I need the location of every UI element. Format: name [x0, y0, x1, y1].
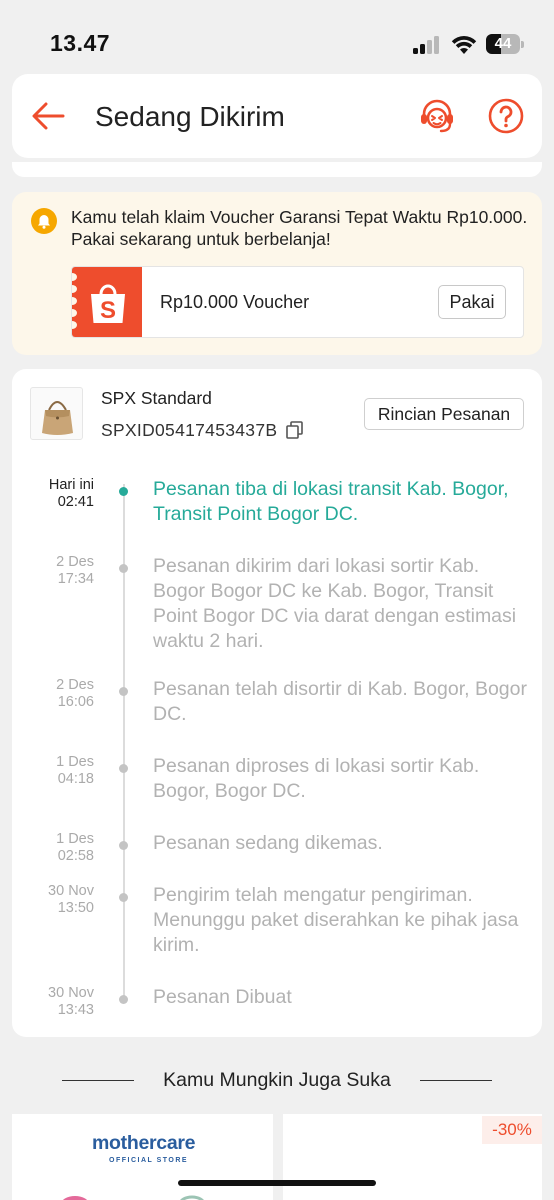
event-date: 30 Nov 13:43: [48, 985, 94, 1018]
event-description: Pesanan sedang dikemas.: [153, 832, 383, 854]
product-card[interactable]: mothercare OFFICIAL STORE: [12, 1114, 273, 1200]
timeline-dot: [119, 841, 128, 850]
timeline-dot: [119, 995, 128, 1004]
timeline-dot: [119, 487, 128, 496]
order-details-button[interactable]: Rincian Pesanan: [364, 398, 524, 430]
copy-icon[interactable]: [286, 421, 303, 439]
page-title: Sedang Dikirim: [95, 101, 285, 132]
divider: [420, 1080, 492, 1081]
voucher-label: Rp10.000 Voucher: [160, 292, 310, 312]
chat-support-icon[interactable]: [417, 96, 457, 136]
timeline-line: [123, 484, 125, 997]
shipment-tracking-card: SPX Standard SPXID05417453437B Rincian P…: [12, 369, 542, 1037]
voucher-notice-card: Kamu telah klaim Voucher Garansi Tepat W…: [12, 192, 542, 355]
event-date: 30 Nov 13:50: [48, 883, 94, 916]
app-header: Sedang Dikirim: [12, 74, 542, 158]
event-description: Pesanan telah disortir di Kab. Bogor, Bo…: [153, 678, 527, 725]
timeline-dot: [119, 687, 128, 696]
event-description: Pesanan tiba di lokasi transit Kab. Bogo…: [153, 478, 509, 525]
status-bar: 13.47 44: [0, 0, 554, 74]
help-icon[interactable]: [487, 97, 525, 135]
svg-text:S: S: [100, 297, 116, 324]
voucher-stub: S: [72, 267, 142, 337]
event-description: Pesanan Dibuat: [153, 986, 292, 1008]
brand-logo: mothercare: [92, 1132, 196, 1154]
collapsed-section: [12, 162, 542, 177]
brand-subtitle: OFFICIAL STORE: [109, 1157, 189, 1164]
timeline-dot: [119, 564, 128, 573]
battery-icon: 44: [486, 34, 524, 54]
event-description: Pesanan diproses di lokasi sortir Kab. B…: [153, 755, 480, 802]
use-voucher-button[interactable]: Pakai: [438, 285, 506, 319]
discount-badge: -30%: [482, 1116, 542, 1144]
event-date: Hari ini 02:41: [48, 477, 94, 510]
product-image-icon: [62, 1195, 204, 1200]
cellular-signal-icon: [413, 36, 443, 54]
event-date: 2 Des 17:34: [56, 554, 94, 587]
voucher-message: Kamu telah klaim Voucher Garansi Tepat W…: [71, 207, 528, 249]
bell-icon: [31, 208, 57, 234]
shopee-logo-icon: S: [91, 284, 125, 324]
tracking-number: SPXID05417453437B: [101, 420, 278, 440]
timeline-dot: [119, 764, 128, 773]
product-thumbnail: [30, 387, 83, 440]
event-date: 1 Des 02:58: [56, 831, 94, 864]
home-indicator: [178, 1180, 376, 1186]
courier-name: SPX Standard: [101, 388, 212, 408]
timeline-dot: [119, 893, 128, 902]
voucher-item[interactable]: S Rp10.000 Voucher Pakai: [71, 266, 524, 338]
back-arrow-icon[interactable]: [30, 98, 66, 134]
event-description: Pesanan dikirim dari lokasi sortir Kab. …: [153, 555, 517, 652]
status-time: 13.47: [50, 30, 111, 56]
event-description: Pengirim telah mengatur pengiriman. Menu…: [153, 884, 519, 956]
recommendations-header: Kamu Mungkin Juga Suka: [0, 1066, 554, 1096]
event-date: 2 Des 16:06: [56, 677, 94, 710]
event-date: 1 Des 04:18: [56, 754, 94, 787]
bag-image-icon: [42, 401, 73, 435]
battery-level: 44: [494, 35, 512, 52]
wifi-icon: [451, 36, 477, 54]
